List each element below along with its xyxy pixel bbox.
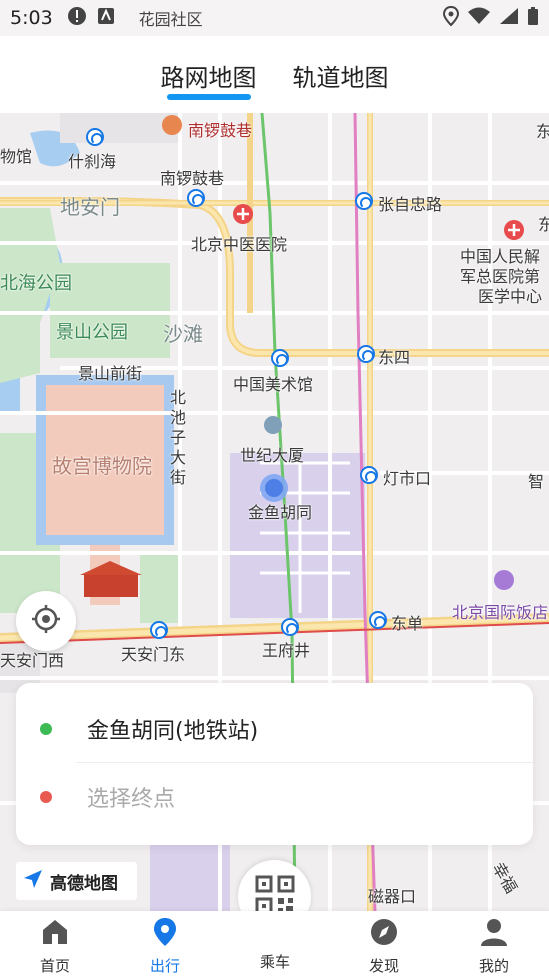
map-label: 张自忠路 (378, 195, 443, 214)
map-label: 灯市口 (383, 469, 432, 488)
map-label: 北海公园 (0, 273, 72, 294)
compass-icon (369, 917, 399, 951)
amap-logo-text: 高德地图 (50, 873, 118, 894)
nav-item-home[interactable]: 首页 (0, 911, 110, 977)
crosshair-icon (30, 603, 62, 639)
map-label: 北京国际饭店 (452, 603, 549, 622)
metro-station-icon (271, 349, 289, 367)
metro-station-icon (281, 618, 299, 636)
metro-station-icon (86, 128, 104, 146)
nav-item-discover[interactable]: 发现 (329, 911, 439, 977)
signal-icon (499, 7, 519, 30)
map-label: 北京中医医院 (191, 235, 288, 254)
map-label: 故宫博物院 (52, 454, 152, 478)
wifi-icon (467, 7, 491, 30)
end-dot-icon (40, 791, 52, 803)
end-point-placeholder: 选择终点 (87, 787, 176, 812)
status-bar: 5:03 花园社区 (0, 0, 549, 36)
nav-item-ride[interactable]: 乘车 (220, 911, 330, 977)
location-pin-icon (150, 917, 180, 951)
amap-logo: 高德地图 (16, 862, 137, 900)
map-label: 景山公园 (56, 322, 128, 343)
app-notification-icon (97, 7, 115, 30)
map-label: 东单 (391, 614, 424, 633)
map-label: 天安门东 (121, 645, 186, 664)
nav-label: 发现 (368, 957, 399, 975)
map-label: 天安门西 (0, 651, 65, 670)
route-card: 金鱼胡同(地铁站) 选择终点 (16, 683, 533, 845)
start-point-label: 金鱼胡同(地铁站) (87, 719, 259, 744)
nav-label: 首页 (39, 957, 70, 975)
start-dot-icon (40, 723, 52, 735)
tab-rail-map[interactable]: 轨道地图 (293, 58, 389, 98)
map-label: 世纪大厦 (240, 446, 305, 465)
metro-station-icon (150, 621, 168, 639)
nav-item-travel[interactable]: 出行 (110, 911, 220, 977)
tab-road-map[interactable]: 路网地图 (161, 58, 257, 100)
map-label: 医学中心 (478, 287, 543, 306)
map-label: 什刹海 (68, 152, 117, 171)
map-label: 王府井 (262, 641, 311, 660)
amap-arrow-icon (22, 868, 44, 895)
status-carrier: 花园社区 (138, 10, 203, 29)
map-label: 物馆 (0, 147, 33, 166)
locate-me-button[interactable] (16, 591, 76, 651)
map-label: 中国美术馆 (233, 375, 314, 394)
nav-item-mine[interactable]: 我的 (439, 911, 549, 977)
map-label: 东四 (378, 348, 411, 367)
map-label: 北池子大街 (170, 388, 187, 487)
map-label: 磁器口 (368, 887, 417, 906)
map-label: 东 (536, 122, 549, 141)
metro-station-icon (369, 611, 387, 629)
map-label: 金鱼胡同 (248, 503, 313, 522)
map-label: 沙滩 (163, 322, 203, 346)
map-label: 地安门 (60, 195, 120, 219)
metro-station-icon (355, 192, 373, 210)
user-icon (479, 917, 509, 951)
metro-station-icon (360, 466, 378, 484)
map-label: 智 (528, 472, 545, 491)
location-status-icon (442, 5, 460, 31)
nav-label: 我的 (478, 957, 509, 975)
map-label: 南锣鼓巷 (188, 121, 253, 140)
map-label: 南锣鼓巷 (160, 169, 225, 188)
status-time: 5:03 (10, 7, 53, 29)
map-label: 景山前街 (78, 364, 143, 383)
alert-icon (67, 6, 87, 31)
metro-station-icon (357, 345, 375, 363)
home-icon (40, 917, 70, 951)
battery-icon (527, 6, 539, 31)
nav-label: 乘车 (259, 953, 290, 971)
bottom-nav: 首页 出行 乘车 发现 我的 (0, 911, 549, 977)
map-label: 东 (538, 215, 549, 234)
map-type-tabs: 路网地图 轨道地图 (0, 36, 549, 113)
end-point-row[interactable]: 选择终点 (16, 757, 533, 837)
nav-label: 出行 (149, 957, 180, 975)
metro-station-icon (187, 189, 205, 207)
